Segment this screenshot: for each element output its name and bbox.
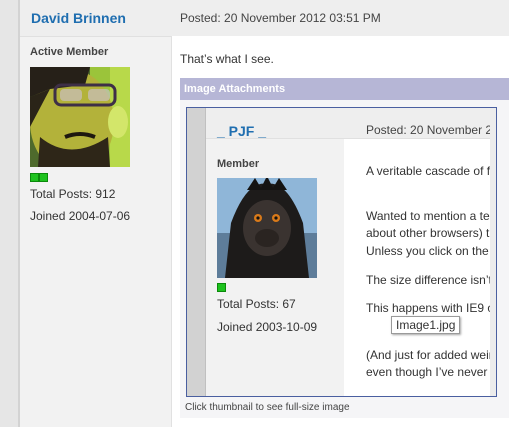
thumbnail-left-rail bbox=[187, 108, 206, 396]
thumbnail-body-line: (And just for added weir bbox=[366, 348, 493, 362]
post-body-text: That’s what I see. bbox=[180, 52, 274, 66]
thumbnail-body-line: Unless you click on the bbox=[366, 244, 489, 258]
thumbnail-body-line: The size difference isn’t bbox=[366, 273, 492, 287]
thumbnail-body-line: A veritable cascade of fa bbox=[366, 164, 497, 178]
thumbnail-body-line: about other browsers) th bbox=[366, 226, 497, 240]
thumbnail-total-posts: Total Posts: 67 bbox=[217, 297, 296, 311]
attachments-title: Image Attachments bbox=[184, 83, 286, 95]
thumbnail-author-rank: Member bbox=[217, 158, 260, 170]
attachments-caption: Click thumbnail to see full-size image bbox=[185, 402, 350, 413]
thumbnail-reputation-pip bbox=[217, 283, 226, 292]
filename-tooltip: Image1.jpg bbox=[391, 316, 461, 334]
thumbnail-body-line: Wanted to mention a tec bbox=[366, 209, 496, 223]
attachment-thumbnail[interactable]: _ PJF _ Posted: 20 November 2 Member Tot… bbox=[186, 107, 497, 397]
author-joined-date: Joined 2004-07-06 bbox=[30, 209, 131, 223]
thumbnail-joined-date: Joined 2003-10-09 bbox=[217, 320, 318, 334]
thumbnail-author-avatar bbox=[217, 178, 317, 278]
author-rank: Active Member bbox=[30, 46, 109, 58]
author-name-link[interactable]: David Brinnen bbox=[31, 10, 126, 26]
thumbnail-body-line: This happens with IE9 o bbox=[366, 301, 495, 315]
thumbnail-scroll-edge bbox=[490, 108, 496, 396]
reputation-pip bbox=[30, 173, 39, 182]
post-date: Posted: 20 November 2012 03:51 PM bbox=[180, 11, 381, 25]
thumbnail-body-line: even though I’ve never a bbox=[366, 365, 497, 379]
author-avatar[interactable] bbox=[30, 67, 130, 167]
reputation-pip bbox=[39, 173, 48, 182]
thumbnail-author-name: _ PJF _ bbox=[217, 123, 267, 139]
author-total-posts: Total Posts: 912 bbox=[30, 187, 116, 201]
left-margin bbox=[0, 0, 18, 427]
thumbnail-post-date: Posted: 20 November 2 bbox=[366, 123, 493, 137]
